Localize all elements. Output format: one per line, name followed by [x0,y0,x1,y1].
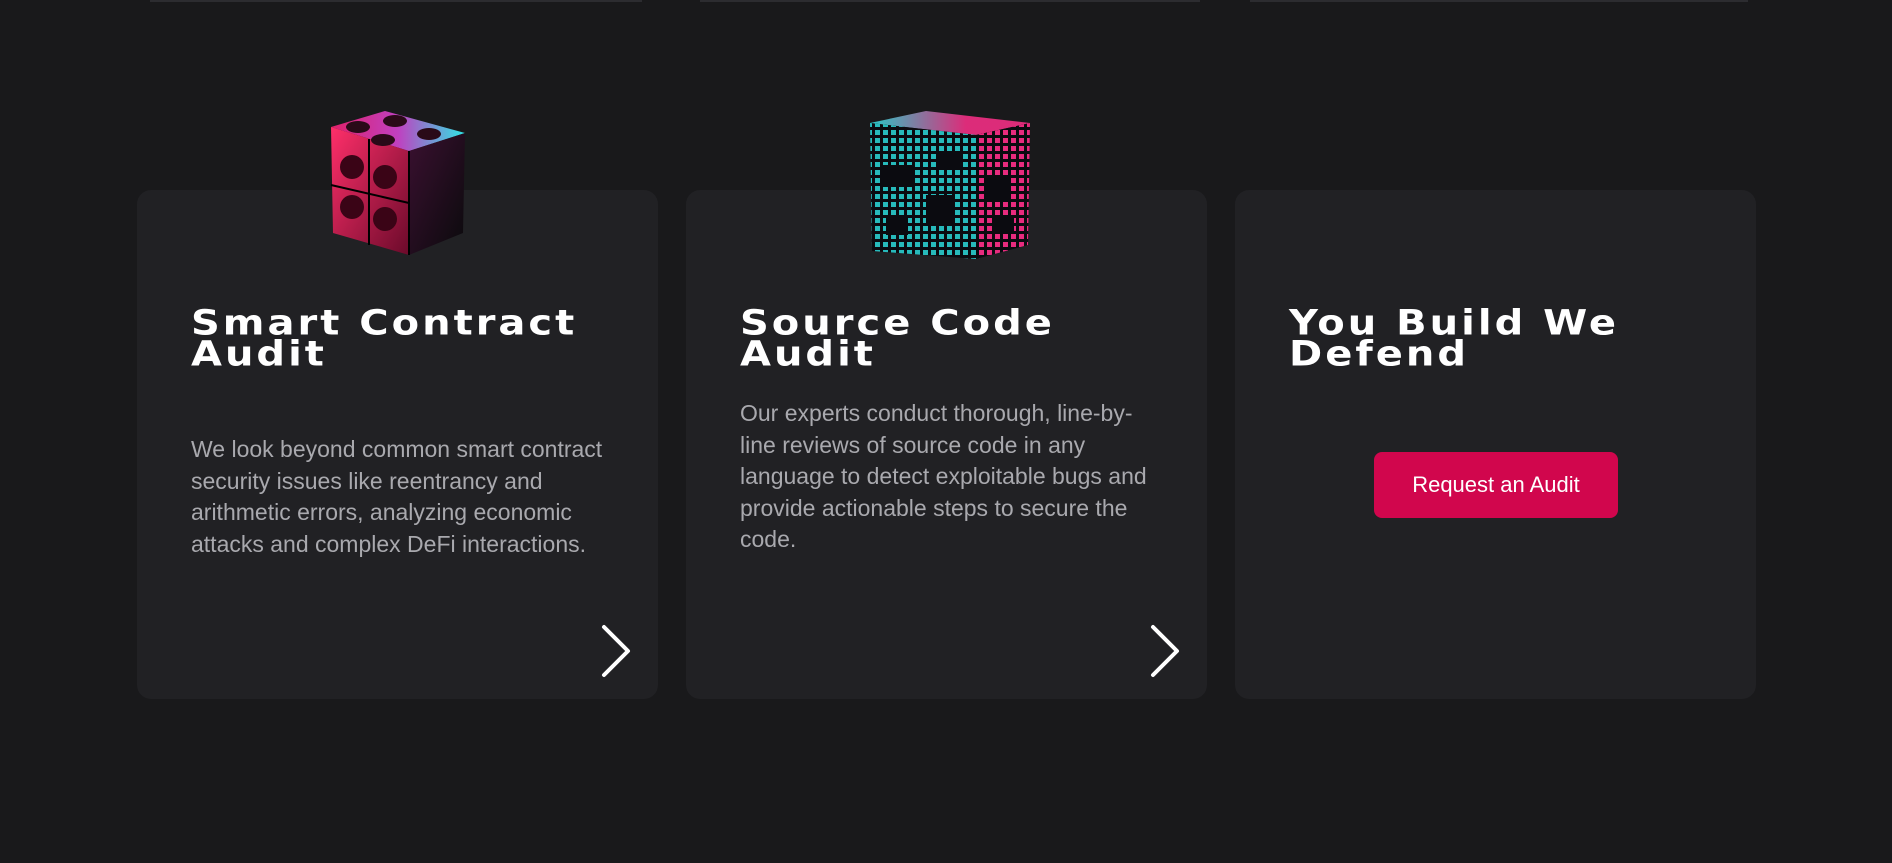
card-title: Source Code Audit [740,303,1055,375]
services-section: Smart Contract Audit We look beyond comm… [0,0,1892,863]
top-divider [700,0,1200,2]
chevron-right-icon[interactable] [594,623,634,679]
top-divider [150,0,642,2]
card-description: We look beyond common smart contract sec… [191,436,603,557]
request-audit-button[interactable]: Request an Audit [1374,452,1618,518]
card-smart-contract-audit[interactable]: Smart Contract Audit We look beyond comm… [137,190,658,699]
chevron-right-icon[interactable] [1143,623,1183,679]
card-title: You Build We Defend [1289,303,1619,375]
top-divider [1250,0,1748,2]
socket-cube-icon [330,111,465,255]
card-description: Our experts conduct thorough, line-by-li… [740,400,1147,552]
card-source-code-audit[interactable]: Source Code Audit Our experts conduct th… [686,190,1207,699]
card-you-build-we-defend: You Build We Defend Request an Audit [1235,190,1756,699]
pixel-cube-icon [870,111,1030,259]
card-title: Smart Contract Audit [191,303,578,375]
